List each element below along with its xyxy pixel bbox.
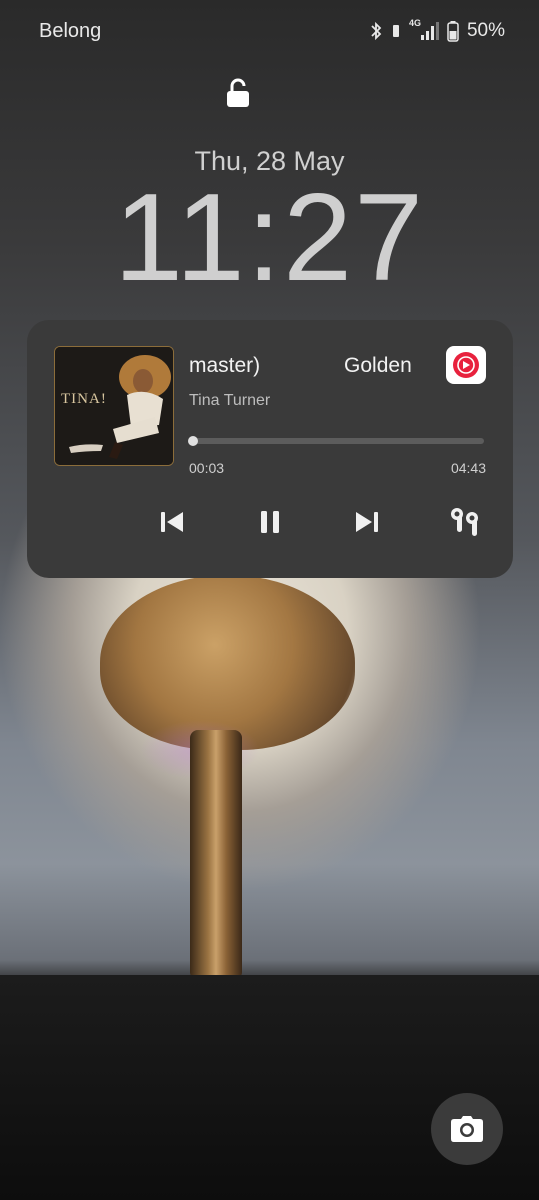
- skip-next-icon: [356, 512, 378, 532]
- signal-4g-icon: 4G: [409, 18, 439, 42]
- progress-bar[interactable]: [188, 436, 484, 446]
- pause-button[interactable]: [254, 506, 286, 538]
- youtube-music-logo: [453, 352, 479, 378]
- pause-icon: [261, 511, 279, 533]
- previous-track-button[interactable]: [156, 506, 188, 538]
- song-title-part: master): [189, 354, 261, 377]
- lock-icon[interactable]: [225, 78, 251, 108]
- battery-percent: 50%: [466, 20, 505, 41]
- bluetooth-icon: [371, 21, 382, 41]
- song-title-marquee: master) Golden: [189, 354, 429, 382]
- signal-bars-icon: [420, 22, 439, 40]
- total-duration: 04:43: [450, 460, 486, 476]
- earbuds-icon: [451, 508, 478, 536]
- camera-shortcut-button[interactable]: [431, 1093, 503, 1165]
- wallpaper-staff: [190, 730, 242, 980]
- status-icons: 4G 50%: [369, 18, 505, 42]
- next-track-button[interactable]: [351, 506, 383, 538]
- song-title-next: Golden: [344, 354, 412, 377]
- skip-previous-icon: [161, 512, 183, 532]
- lockscreen-clock: 11:27: [113, 169, 426, 307]
- battery-icon: [447, 21, 459, 42]
- artist-name: Tina Turner: [189, 392, 271, 409]
- elapsed-time: 00:03: [189, 460, 225, 476]
- youtube-music-icon[interactable]: [446, 346, 486, 384]
- audio-output-button[interactable]: [445, 506, 485, 538]
- camera-icon: [451, 1116, 483, 1142]
- media-player-card[interactable]: TINA! master) Golden Tina Turner 00:03 0…: [27, 320, 513, 578]
- progress-thumb[interactable]: [188, 436, 199, 446]
- vibrate-icon: [392, 25, 399, 37]
- album-art[interactable]: TINA!: [54, 346, 174, 466]
- wallpaper-shadow: [0, 975, 539, 1200]
- carrier-label: Belong: [39, 20, 102, 42]
- album-art-text: TINA!: [61, 391, 107, 407]
- status-bar: Belong 4G 50%: [0, 0, 539, 64]
